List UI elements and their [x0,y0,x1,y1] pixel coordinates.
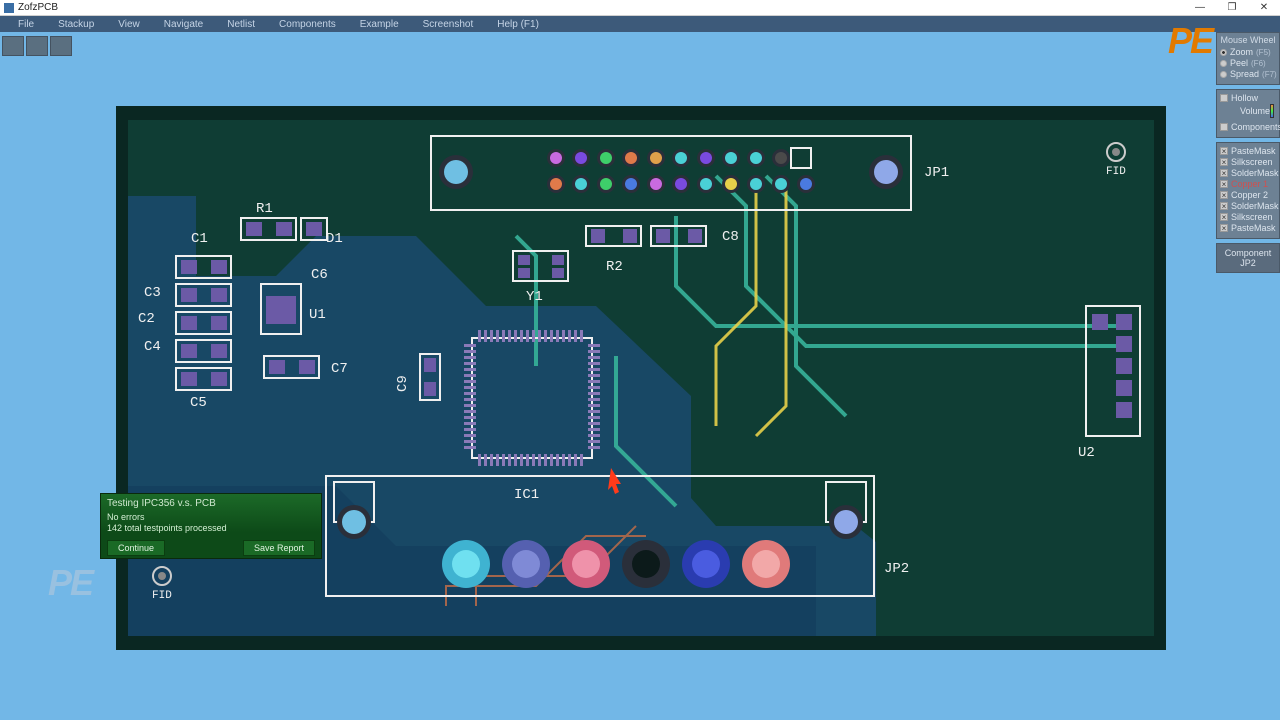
svg-text:C7: C7 [331,361,348,377]
menu-example[interactable]: Example [348,19,411,30]
app-title: ZofzPCB [18,2,58,13]
test-result-dialog: Testing IPC356 v.s. PCB No errors 142 to… [100,493,322,559]
app-icon [4,3,14,13]
menu-components[interactable]: Components [267,19,348,30]
volume-bar-icon[interactable] [1270,104,1274,118]
svg-text:JP2: JP2 [884,561,909,577]
checkbox-icon [1220,94,1228,102]
radio-dot-icon [1220,60,1227,67]
svg-text:C3: C3 [144,285,161,301]
layer-soldermask-top[interactable]: SolderMask [1220,168,1276,178]
menu-file[interactable]: File [6,19,46,30]
checkbox-icon [1220,123,1228,131]
component-info-title: Component [1219,248,1277,258]
layer-list: PasteMask Silkscreen SolderMask Copper 1… [1216,142,1280,239]
toolbar-button[interactable] [50,36,72,56]
save-report-button[interactable]: Save Report [243,540,315,556]
svg-text:JP1: JP1 [924,165,949,181]
svg-text:D1: D1 [326,231,343,247]
menu-view[interactable]: View [106,19,152,30]
layer-copper-1[interactable]: Copper 1 [1220,179,1276,189]
svg-text:U1: U1 [309,307,326,323]
toolbar-button[interactable] [2,36,24,56]
title-bar: ZofzPCB — ❐ ✕ [0,0,1280,16]
svg-text:C4: C4 [144,339,161,355]
svg-text:C6: C6 [311,267,328,283]
continue-button[interactable]: Continue [107,540,165,556]
menu-stackup[interactable]: Stackup [46,19,106,30]
svg-text:R2: R2 [606,259,623,275]
component-info-panel: Component JP2 [1216,243,1280,273]
svg-text:Y1: Y1 [526,289,543,305]
watermark-pe-top: PE [1168,20,1212,62]
mouse-wheel-group: Mouse Wheel Zoom (F5) Peel (F6) Spread (… [1216,32,1280,85]
layer-silkscreen-bot[interactable]: Silkscreen [1220,212,1276,222]
side-panel: Mouse Wheel Zoom (F5) Peel (F6) Spread (… [1216,32,1280,273]
menu-netlist[interactable]: Netlist [215,19,267,30]
wheel-zoom-radio[interactable]: Zoom (F5) [1220,47,1276,57]
svg-text:U2: U2 [1078,445,1095,461]
menu-navigate[interactable]: Navigate [152,19,215,30]
svg-text:C2: C2 [138,311,155,327]
dialog-testpoints: 142 total testpoints processed [107,523,315,534]
svg-text:FID: FID [152,590,172,602]
window-close-button[interactable]: ✕ [1248,0,1280,16]
volume-label: Volume [1220,106,1270,116]
radio-dot-icon [1220,71,1227,78]
radio-dot-icon [1220,49,1227,56]
window-maximize-button[interactable]: ❐ [1216,0,1248,16]
toolbar-button[interactable] [26,36,48,56]
svg-text:C9: C9 [395,375,411,392]
watermark-pe-bottom: PE [48,562,92,604]
wheel-spread-radio[interactable]: Spread (F7) [1220,69,1276,79]
menu-bar: File Stackup View Navigate Netlist Compo… [0,16,1280,32]
hollow-checkbox[interactable]: Hollow [1220,93,1276,103]
layer-copper-2[interactable]: Copper 2 [1220,190,1276,200]
layer-pastemask-bot[interactable]: PasteMask [1220,223,1276,233]
svg-text:C1: C1 [191,231,208,247]
dialog-title: Testing IPC356 v.s. PCB [107,498,315,509]
svg-text:R1: R1 [256,201,273,217]
layer-soldermask-bot[interactable]: SolderMask [1220,201,1276,211]
mouse-wheel-title: Mouse Wheel [1220,35,1276,45]
component-info-value: JP2 [1219,258,1277,268]
components-checkbox[interactable]: Components [1220,122,1276,132]
layer-silkscreen-top[interactable]: Silkscreen [1220,157,1276,167]
svg-text:C8: C8 [722,229,739,245]
wheel-peel-radio[interactable]: Peel (F6) [1220,58,1276,68]
svg-text:C5: C5 [190,395,207,411]
svg-text:IC1: IC1 [514,487,539,503]
window-minimize-button[interactable]: — [1184,0,1216,16]
toolbar [2,36,72,56]
menu-screenshot[interactable]: Screenshot [411,19,486,30]
menu-help[interactable]: Help (F1) [485,19,551,30]
display-group: Hollow Volume Components [1216,89,1280,138]
layer-pastemask-top[interactable]: PasteMask [1220,146,1276,156]
pcb-viewport[interactable]: JP1 R1 D1 C1 C3 C2 C4 C5 C6 U1 C7 [116,106,1166,650]
dialog-no-errors: No errors [107,512,315,523]
svg-text:FID: FID [1106,166,1126,178]
